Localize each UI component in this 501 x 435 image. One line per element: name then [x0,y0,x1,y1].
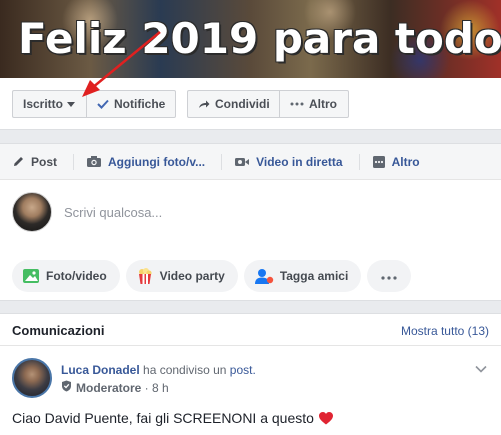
post-body-text: Ciao David Puente, fai gli SCREENONI a q… [12,410,314,426]
announcements-header: Comunicazioni Mostra tutto (13) [0,314,501,346]
post-composer: Post Aggiungi foto/v... Video in diretta… [0,143,501,301]
checkmark-icon [97,99,109,109]
tab-post[interactable]: Post [12,155,57,169]
tab-divider [73,153,75,170]
announcements-title: Comunicazioni [12,323,105,338]
avatar[interactable] [12,192,52,232]
tab-live-video-label: Video in diretta [256,154,343,169]
tab-more-label: Altro [391,154,420,169]
pencil-icon [12,155,25,168]
cover-photo[interactable]: Feliz 2019 para todo [0,0,501,78]
announcements-card: Comunicazioni Mostra tutto (13) Luca Don… [0,313,501,435]
chevron-down-icon[interactable] [475,362,487,376]
tab-more[interactable]: Altro [372,155,420,169]
photo-video-button[interactable]: Foto/video [12,260,120,292]
notifications-button[interactable]: Notifiche [86,90,176,118]
tab-divider [358,153,360,170]
share-button[interactable]: Condividi [187,90,279,118]
more-label: Altro [309,97,337,111]
popcorn-icon [136,267,154,285]
photo-icon [22,268,40,284]
video-party-label: Video party [159,269,225,283]
show-all-link[interactable]: Mostra tutto (13) [401,324,489,338]
heart-icon [318,411,334,425]
shield-icon [61,380,72,395]
post-subheader: Moderatore · 8 h [61,380,169,395]
avatar[interactable] [12,358,52,398]
composer-tabs: Post Aggiungi foto/v... Video in diretta… [0,144,501,180]
share-arrow-icon [198,99,210,109]
post-body: Ciao David Puente, fai gli SCREENONI a q… [12,410,334,426]
video-camera-icon [234,156,250,168]
tab-add-photo-label: Aggiungi foto/v... [108,154,206,169]
author-name-link[interactable]: Luca Donadel [61,363,140,377]
more-grid-icon [372,155,386,169]
tab-post-label: Post [31,154,58,169]
page-action-bar: Iscritto Notifiche Condividi Altro [0,78,501,130]
post-link[interactable]: post. [230,363,256,377]
composer-input[interactable]: Scrivi qualcosa... [64,205,162,220]
photo-video-label: Foto/video [46,269,107,283]
ellipsis-icon [290,102,304,106]
post-timestamp[interactable]: 8 h [152,381,169,395]
tag-friends-icon [254,267,274,285]
more-options-button[interactable] [367,260,412,292]
tag-friends-button[interactable]: Tagga amici [243,260,362,292]
cover-title-text: Feliz 2019 para todo [18,14,501,63]
composer-body: Scrivi qualcosa... [0,180,501,244]
composer-quick-actions: Foto/video Video party Tagga amici [12,260,412,292]
share-label: Condividi [215,97,270,111]
post-header: Luca Donadel ha condiviso un post. [61,363,256,377]
more-button[interactable]: Altro [279,90,349,118]
meta-separator: · [141,380,153,395]
tag-friends-label: Tagga amici [279,269,349,283]
subscribed-label: Iscritto [23,97,64,111]
chevron-down-icon [67,101,76,107]
notifications-label: Notifiche [114,97,166,111]
tab-live-video[interactable]: Video in diretta [234,154,343,169]
tab-add-photo[interactable]: Aggiungi foto/v... [86,155,205,169]
video-party-button[interactable]: Video party [125,260,238,292]
subscribed-button[interactable]: Iscritto [12,90,86,118]
camera-icon [86,155,102,168]
tab-divider [221,153,223,170]
moderator-badge: Moderatore [76,380,142,395]
ellipsis-icon [381,269,397,283]
post-action-text: ha condiviso un [143,363,227,377]
